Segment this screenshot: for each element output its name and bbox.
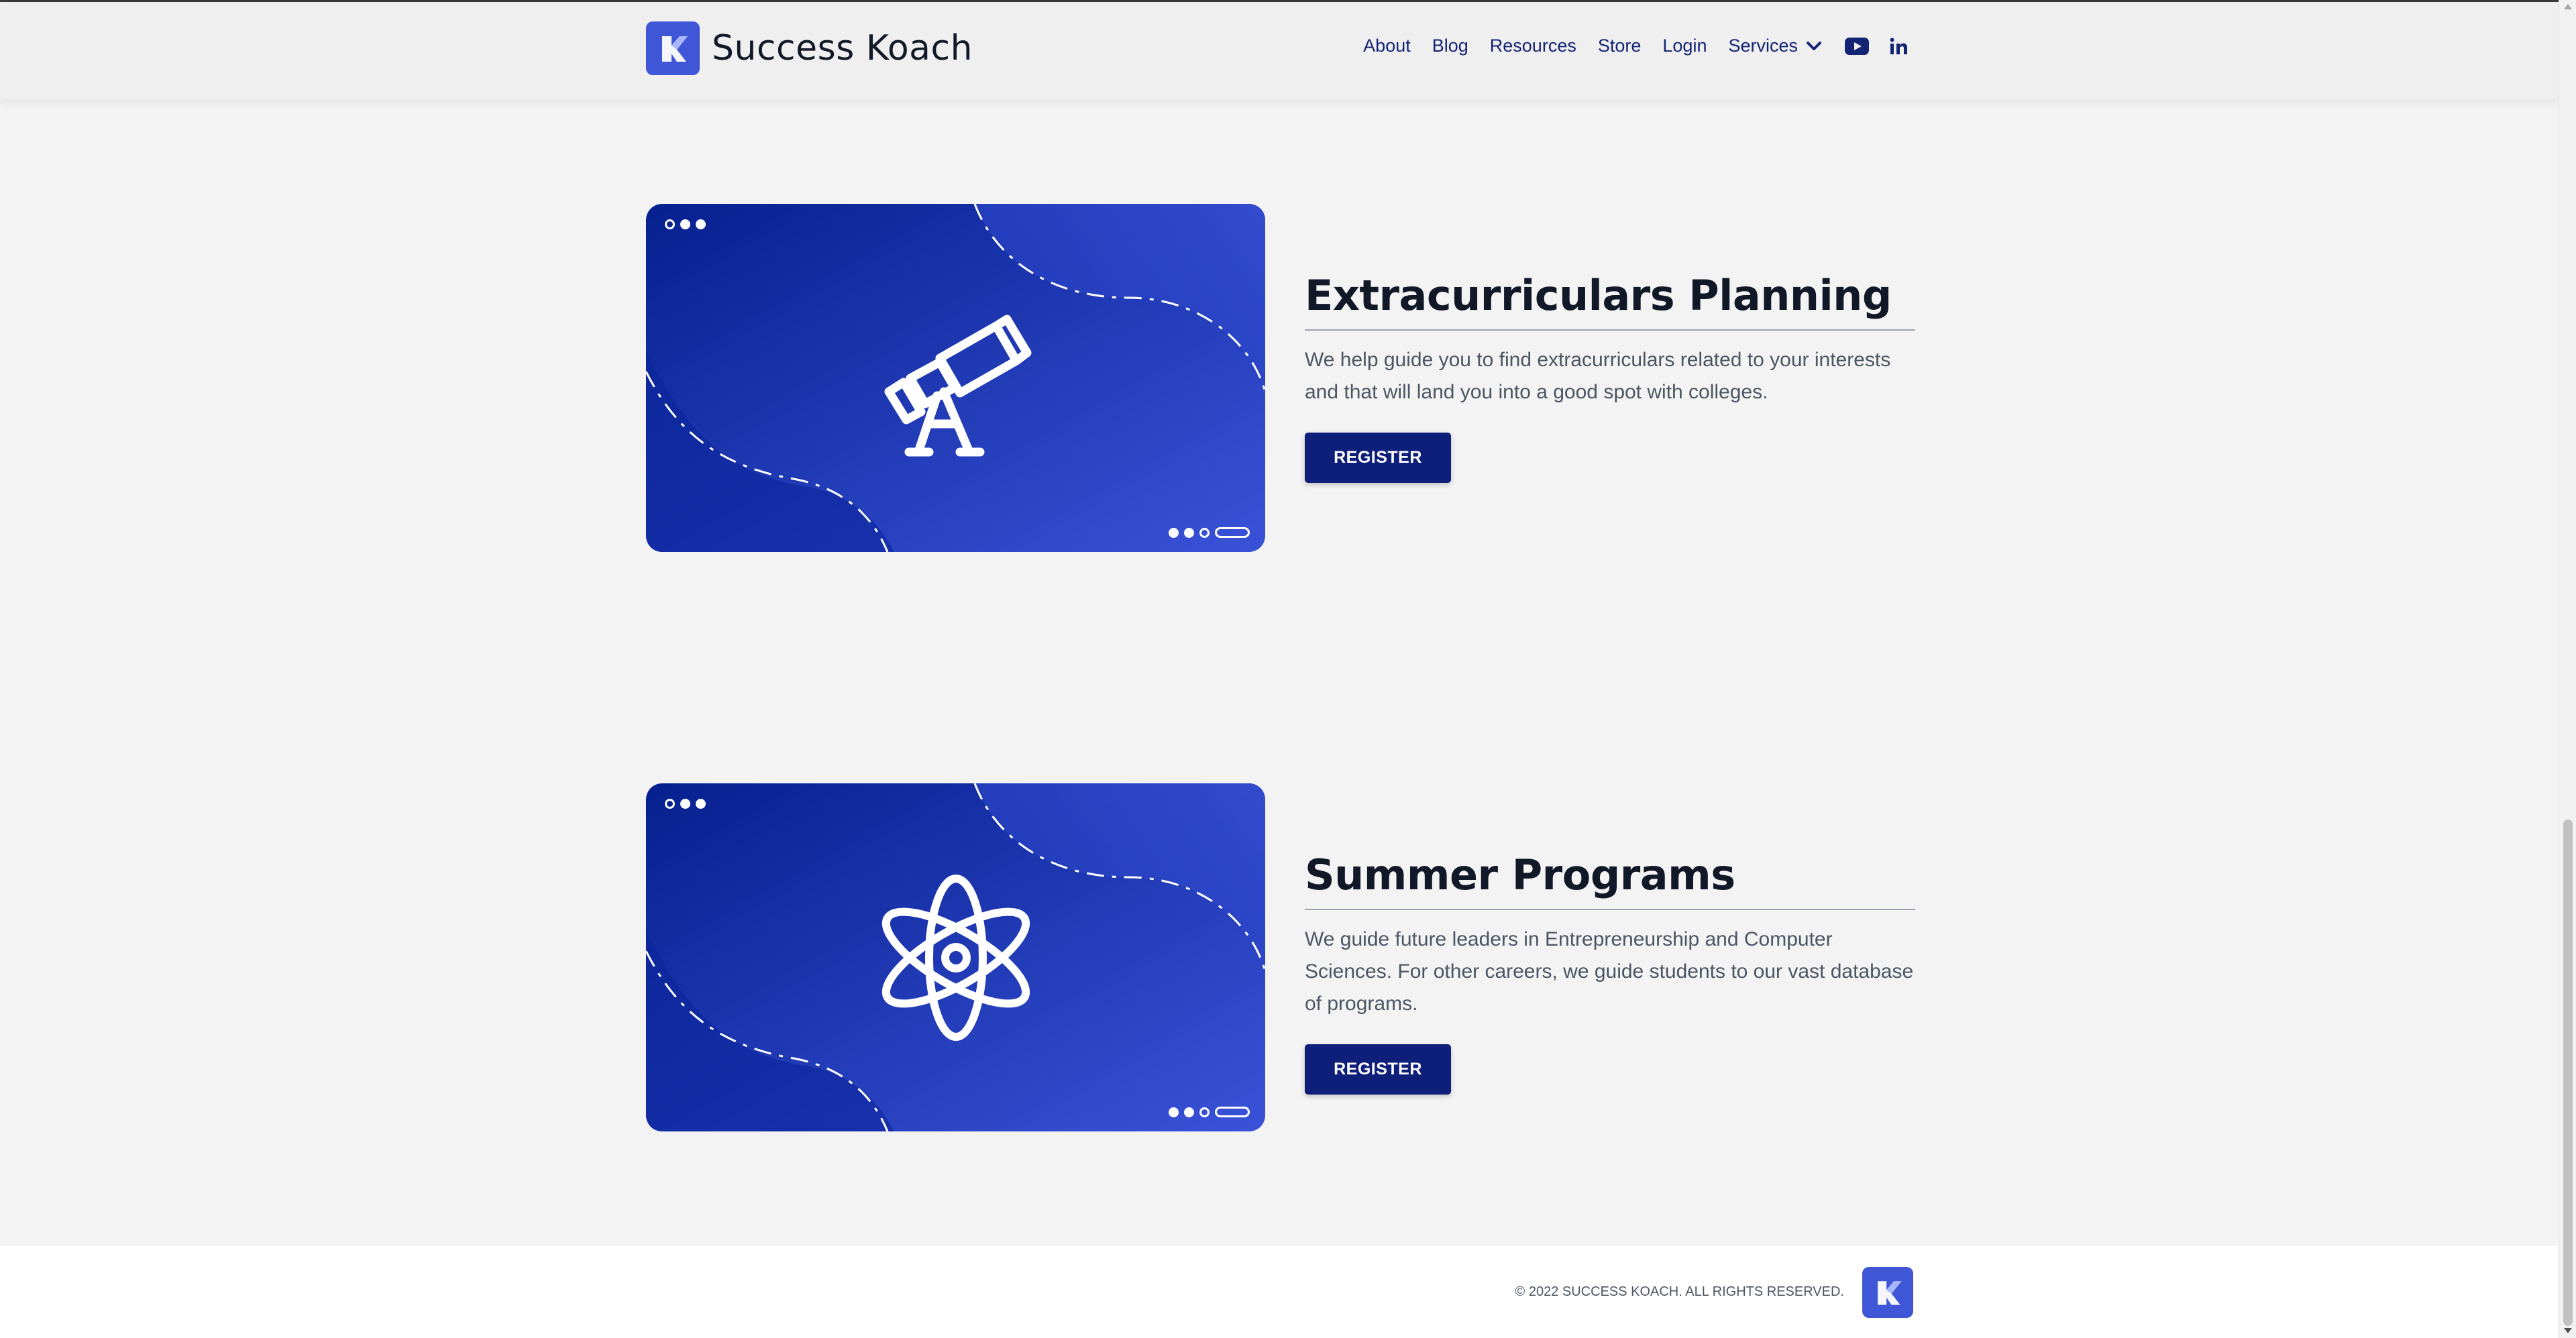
nav-resources[interactable]: Resources (1490, 36, 1576, 56)
nav-about[interactable]: About (1363, 36, 1411, 56)
nav-blog[interactable]: Blog (1432, 36, 1468, 56)
logo-icon (646, 21, 700, 75)
section-title: Extracurriculars Planning (1305, 271, 1915, 331)
feature-text: Summer Programs We guide future leaders … (1305, 850, 1915, 1095)
scroll-up-icon[interactable] (2564, 4, 2572, 9)
atom-icon (881, 874, 1030, 1041)
feature-card-image (646, 783, 1265, 1131)
register-button[interactable]: REGISTER (1305, 1044, 1451, 1095)
footer-logo-icon[interactable] (1862, 1267, 1913, 1318)
register-button[interactable]: REGISTER (1305, 433, 1451, 483)
section-description: We help guide you to find extracurricula… (1305, 349, 1891, 403)
brand[interactable]: Success Koach (646, 21, 973, 75)
section-title: Summer Programs (1305, 850, 1915, 910)
site-header: Success Koach About Blog Resources Store… (0, 2, 2559, 99)
linkedin-icon[interactable] (1889, 37, 1908, 56)
telescope-icon (884, 315, 1031, 456)
copyright-text: © 2022 SUCCESS KOACH. ALL RIGHTS RESERVE… (1515, 1284, 1844, 1299)
scroll-down-icon[interactable] (2564, 1328, 2572, 1333)
nav-services-dropdown[interactable]: Services (1728, 36, 1822, 56)
page-scrollbar[interactable] (2559, 0, 2576, 1338)
site-footer: © 2022 SUCCESS KOACH. ALL RIGHTS RESERVE… (0, 1246, 2559, 1338)
scrollbar-thumb[interactable] (2563, 820, 2573, 1326)
section-description: We guide future leaders in Entrepreneurs… (1305, 928, 1914, 1015)
chevron-down-icon (1807, 41, 1821, 50)
nav-services-label: Services (1728, 36, 1798, 56)
nav-store[interactable]: Store (1598, 36, 1642, 56)
brand-name: Success Koach (712, 28, 973, 68)
nav-login[interactable]: Login (1662, 36, 1707, 56)
feature-text: Extracurriculars Planning We help guide … (1305, 271, 1915, 483)
youtube-icon[interactable] (1845, 37, 1869, 55)
feature-card-image (646, 204, 1265, 552)
main-nav: About Blog Resources Store Login Service… (1342, 36, 1908, 56)
